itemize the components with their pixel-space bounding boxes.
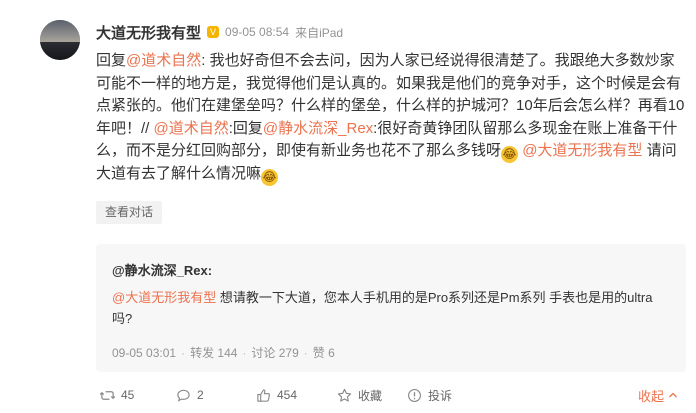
repost-count: 45 bbox=[121, 388, 135, 402]
post-header: 大道无形我有型 V 09-05 08:54 来自iPad bbox=[96, 22, 343, 42]
quoted-text: @大道无形我有型 想请教一下大道，您本人手机用的是Pro系列还是Pm系列 手表也… bbox=[112, 287, 672, 329]
quoted-comment[interactable]: 讨论 279 bbox=[251, 346, 298, 360]
report-label: 投诉 bbox=[428, 388, 453, 403]
post-timestamp[interactable]: 09-05 08:54 bbox=[225, 25, 289, 39]
quoted-meta: 09-05 03:01 · 转发 144 · 讨论 279 · 赞 6 bbox=[112, 344, 335, 361]
avatar-sky bbox=[40, 20, 80, 42]
post-text: :回复 bbox=[228, 119, 263, 137]
mention-link[interactable]: @道术自然 bbox=[126, 52, 201, 69]
repost-button[interactable]: 45 bbox=[100, 382, 134, 408]
view-conversation-button[interactable]: 查看对话 bbox=[96, 201, 163, 224]
report-icon bbox=[408, 388, 421, 402]
post-source: 来自iPad bbox=[295, 25, 344, 40]
mention-link[interactable]: @道术自然 bbox=[154, 120, 229, 137]
collapse-label: 收起 bbox=[637, 388, 664, 404]
post-text: 回复 bbox=[96, 52, 127, 69]
mention-link[interactable]: @大道无形我有型 bbox=[522, 142, 642, 159]
laugh-cry-emoji: 😂 bbox=[501, 146, 519, 163]
collapse-button[interactable]: 收起 bbox=[638, 382, 678, 408]
quoted-time[interactable]: 09-05 03:01 bbox=[112, 346, 176, 360]
mention-link[interactable]: @静水流深_Rex bbox=[263, 120, 373, 137]
repost-icon bbox=[100, 390, 115, 400]
chevron-up-icon bbox=[669, 392, 677, 398]
laugh-cry-emoji: 😂 bbox=[261, 169, 279, 186]
thumbs-up-icon bbox=[257, 388, 270, 402]
quoted-mention[interactable]: @大道无形我有型 bbox=[112, 290, 216, 305]
comment-icon bbox=[177, 389, 190, 402]
favorite-label: 收藏 bbox=[358, 388, 383, 403]
post-content: 回复@道术自然: 我也好奇但不会去问，因为人家已经说得很清楚了。我跟绝大多数炒家… bbox=[96, 50, 686, 186]
action-bar: 45 2 454 收藏 投诉 收起 bbox=[96, 382, 686, 408]
avatar-skyline bbox=[40, 42, 80, 60]
post-username[interactable]: 大道无形我有型 bbox=[96, 22, 201, 43]
quoted-post: @静水流深_Rex: @大道无形我有型 想请教一下大道，您本人手机用的是Pro系… bbox=[96, 244, 686, 372]
separator: · bbox=[242, 346, 247, 360]
quoted-username-colon: : bbox=[207, 263, 213, 278]
vip-badge-icon: V bbox=[207, 26, 220, 38]
quoted-like[interactable]: 赞 6 bbox=[313, 346, 335, 360]
report-button[interactable]: 投诉 bbox=[407, 382, 452, 408]
separator: · bbox=[303, 346, 308, 360]
quoted-repost[interactable]: 转发 144 bbox=[190, 346, 237, 360]
comment-count: 2 bbox=[197, 388, 204, 402]
quoted-username-line: @静水流深_Rex: bbox=[112, 260, 212, 279]
comment-button[interactable]: 2 bbox=[176, 382, 204, 408]
like-count: 454 bbox=[277, 388, 298, 402]
favorite-button[interactable]: 收藏 bbox=[337, 382, 382, 408]
quoted-username[interactable]: @静水流深_Rex bbox=[112, 263, 208, 278]
like-button[interactable]: 454 bbox=[256, 382, 297, 408]
avatar[interactable] bbox=[40, 20, 80, 60]
star-icon bbox=[337, 388, 352, 402]
separator: · bbox=[181, 346, 186, 360]
